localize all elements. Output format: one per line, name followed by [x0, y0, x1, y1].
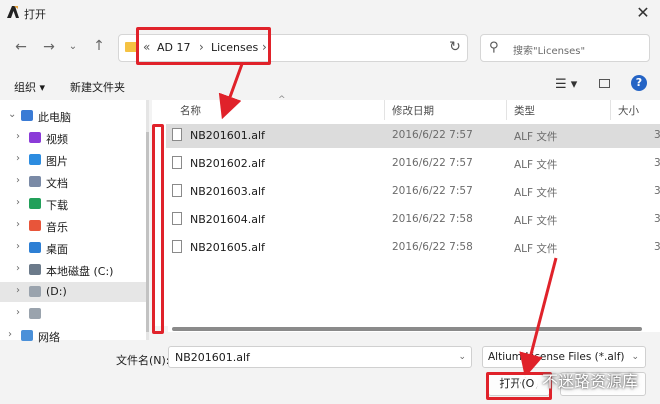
annotation-arrows [218, 63, 558, 378]
arrow-to-first-file [218, 63, 244, 120]
arrow-to-open-button [519, 257, 558, 378]
watermark: 不迷路资源库 [518, 368, 638, 392]
wechat-icon [518, 374, 538, 391]
